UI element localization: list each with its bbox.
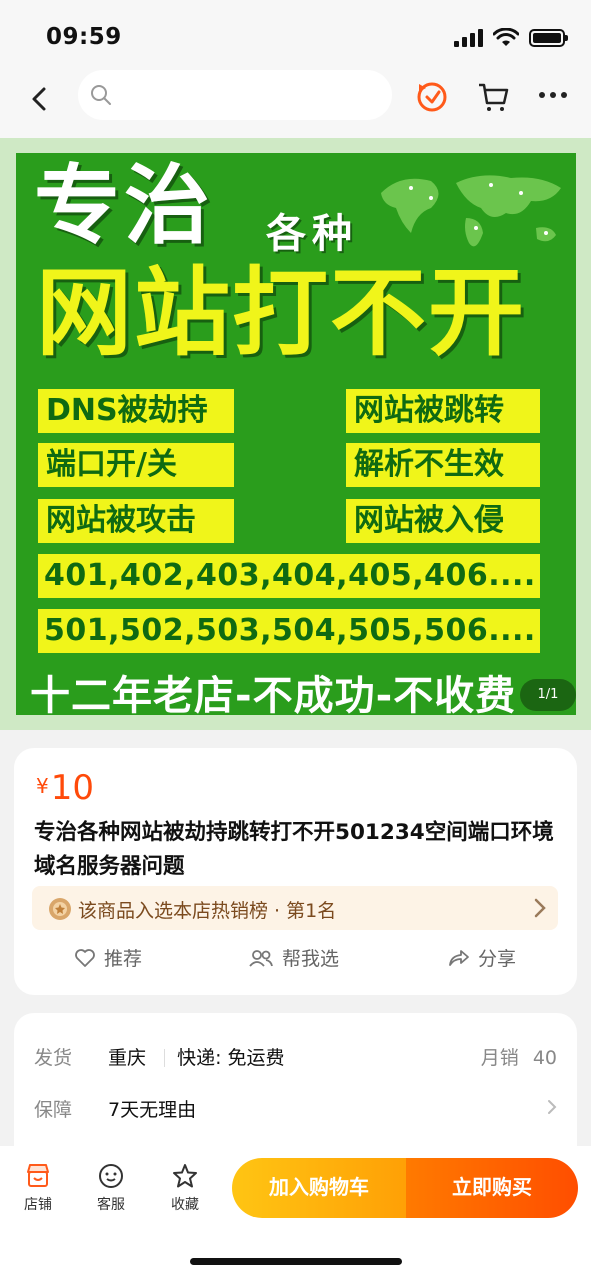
home-indicator xyxy=(190,1258,402,1265)
favorite-label: 收藏 xyxy=(171,1197,199,1213)
shop-label: 店铺 xyxy=(24,1197,52,1213)
banner-tag: 解析不生效 xyxy=(346,443,540,487)
banner-tag: 网站被攻击 xyxy=(38,499,234,543)
favorite-tab[interactable]: 收藏 xyxy=(155,1162,215,1214)
medal-icon xyxy=(49,898,71,920)
price-value: 10 xyxy=(50,768,94,808)
product-info-card: ¥10 专治各种网站被劫持跳转打不开501234空间端口环境域名服务器问题 该商… xyxy=(14,748,577,995)
status-icons xyxy=(454,28,568,48)
share-label: 分享 xyxy=(478,948,517,970)
help-choose-label: 帮我选 xyxy=(282,948,340,970)
buy-now-button[interactable]: 立即购买 xyxy=(406,1158,578,1218)
ship-label: 发货 xyxy=(34,1047,73,1069)
history-footprint-icon[interactable] xyxy=(415,80,449,114)
heart-icon xyxy=(75,948,95,967)
banner-codes-4xx: 401,402,403,404,405,406.... xyxy=(38,554,540,598)
guarantee-row[interactable]: 保障 7天无理由 xyxy=(34,1095,557,1122)
wifi-icon xyxy=(493,28,519,46)
guarantee-label: 保障 xyxy=(34,1099,73,1121)
guarantee-value: 7天无理由 xyxy=(108,1099,197,1121)
star-icon xyxy=(173,1164,197,1188)
banner-slogan: 十二年老店-不成功-不收费 xyxy=(30,673,517,715)
help-choose-button[interactable]: 帮我选 xyxy=(248,944,339,971)
recommend-button[interactable]: 推荐 xyxy=(74,944,142,971)
banner-headline-1-small: 各种 xyxy=(266,211,358,257)
banner-tag: 网站被跳转 xyxy=(346,389,540,433)
share-icon xyxy=(449,949,469,966)
chevron-right-icon xyxy=(534,898,546,918)
banner-tag: 端口开/关 xyxy=(38,443,234,487)
express-info: 快递: 免运费 xyxy=(177,1047,285,1069)
banner-headline-1: 专治 xyxy=(34,156,214,256)
product-title: 专治各种网站被劫持跳转打不开501234空间端口环境域名服务器问题 xyxy=(34,820,554,879)
cellular-signal-icon xyxy=(454,29,483,47)
search-icon xyxy=(91,85,111,105)
monthly-sales: 月销 40 xyxy=(481,1043,557,1070)
customer-service-tab[interactable]: 客服 xyxy=(81,1162,141,1214)
monthly-sales-value: 40 xyxy=(532,1047,557,1069)
banner-codes-5xx: 501,502,503,504,505,506.... xyxy=(38,609,540,653)
shop-icon xyxy=(27,1164,49,1187)
shop-tab[interactable]: 店铺 xyxy=(8,1162,68,1214)
banner-tag: 网站被入侵 xyxy=(346,499,540,543)
product-actions: 推荐 帮我选 分享 xyxy=(14,944,577,978)
more-icon[interactable] xyxy=(538,90,568,100)
banner-headline-2: 网站打不开 xyxy=(36,257,526,369)
nav-bar xyxy=(0,66,591,138)
status-bar: 09:59 xyxy=(0,0,591,66)
search-input[interactable] xyxy=(78,70,392,120)
service-label: 客服 xyxy=(97,1197,125,1213)
recommend-label: 推荐 xyxy=(104,948,143,970)
banner-tag: DNS被劫持 xyxy=(38,389,234,433)
rank-text: 该商品入选本店热销榜 · 第1名 xyxy=(78,900,337,922)
chat-face-icon xyxy=(99,1164,123,1188)
battery-icon xyxy=(529,29,568,47)
shipping-row[interactable]: 发货 重庆 快递: 免运费 xyxy=(34,1043,285,1070)
hot-sales-rank-banner[interactable]: 该商品入选本店热销榜 · 第1名 xyxy=(32,886,558,930)
monthly-sales-label: 月销 xyxy=(480,1047,519,1069)
image-counter: 1/1 xyxy=(520,679,576,711)
share-button[interactable]: 分享 xyxy=(448,944,516,971)
add-to-cart-button[interactable]: 加入购物车 xyxy=(232,1158,406,1218)
currency-symbol: ¥ xyxy=(36,774,49,798)
price: ¥10 xyxy=(36,768,94,808)
cart-icon[interactable] xyxy=(476,80,510,114)
product-image: 专治 各种 网站打不开 DNS被劫持 网站被跳转 端口开/关 解析不生效 网站被… xyxy=(16,153,576,715)
chevron-right-icon xyxy=(548,1100,557,1114)
back-arrow-icon[interactable] xyxy=(24,84,54,114)
ship-from: 重庆 xyxy=(108,1047,147,1069)
status-time: 09:59 xyxy=(46,24,122,50)
world-map-graphic xyxy=(381,175,561,247)
people-icon xyxy=(249,949,273,967)
product-image-carousel[interactable]: 专治 各种 网站打不开 DNS被劫持 网站被跳转 端口开/关 解析不生效 网站被… xyxy=(0,138,591,730)
